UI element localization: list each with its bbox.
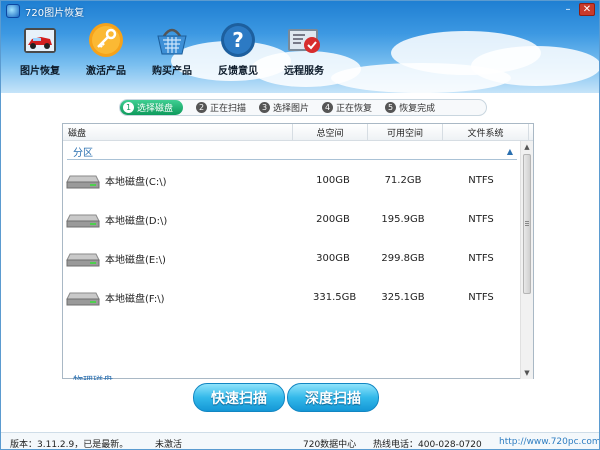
disk-name: 本地磁盘(D:\) <box>105 215 168 227</box>
step-number: 3 <box>259 102 271 113</box>
shopping-basket-icon <box>157 28 187 55</box>
tool-label: 反馈意见 <box>218 66 258 77</box>
physical-disk-group-header[interactable]: 物理磁盘 <box>73 372 113 380</box>
scroll-up-arrow-icon[interactable]: ▲ <box>521 141 533 153</box>
disk-row[interactable]: 本地磁盘(E:\) 300GB 299.8GB NTFS <box>63 246 518 270</box>
hard-drive-icon <box>66 214 100 228</box>
disk-free: 299.8GB <box>381 252 425 264</box>
scroll-down-arrow-icon[interactable]: ▼ <box>521 367 533 379</box>
step-label: 恢复完成 <box>399 104 436 114</box>
step-recovering: 4 正在恢复 <box>319 100 372 115</box>
tool-photo-recovery[interactable]: 图片恢复 <box>7 21 73 77</box>
disk-row[interactable]: 本地磁盘(F:\) 331.5GB 325.1GB NTFS <box>63 285 518 309</box>
column-header-filesystem[interactable]: 文件系统 <box>443 124 529 140</box>
hard-drive-icon <box>66 253 100 267</box>
disk-total: 331.5GB <box>313 291 357 303</box>
step-select-images: 3 选择图片 <box>256 100 309 115</box>
step-label: 选择磁盘 <box>137 104 174 114</box>
disk-filesystem: NTFS <box>468 291 494 303</box>
tool-label: 购买产品 <box>152 66 192 77</box>
status-bar: 版本：3.11.2.9，已是最新。 未激活 720数据中心 热线电话：400-0… <box>1 432 599 450</box>
app-logo-icon <box>6 4 20 18</box>
column-header-total[interactable]: 总空间 <box>293 124 368 140</box>
column-header-free[interactable]: 可用空间 <box>368 124 443 140</box>
tool-activate[interactable]: 激活产品 <box>73 21 139 77</box>
disk-total: 100GB <box>316 174 350 186</box>
hard-drive-icon <box>66 175 100 189</box>
activation-status: 未激活 <box>155 440 183 450</box>
disk-filesystem: NTFS <box>468 174 494 186</box>
tool-feedback[interactable]: ? 反馈意见 <box>205 21 271 77</box>
disk-filesystem: NTFS <box>468 252 494 264</box>
tool-label: 远程服务 <box>284 66 324 77</box>
step-progress-bar: 1 选择磁盘 2 正在扫描 3 选择图片 4 正在恢复 5 恢复完成 <box>119 99 487 116</box>
step-select-disk: 1 选择磁盘 <box>120 100 184 115</box>
hotline-text: 热线电话：400-028-0720 <box>373 440 482 450</box>
step-label: 正在恢复 <box>336 104 373 114</box>
disk-list-panel: 磁盘 总空间 可用空间 文件系统 分区 ▲ 本地磁盘(C:\) 100GB 71… <box>62 123 534 380</box>
partition-group-header[interactable]: 分区 ▲ <box>67 144 517 160</box>
tool-label: 激活产品 <box>86 66 126 77</box>
disk-total: 200GB <box>316 213 350 225</box>
step-scanning: 2 正在扫描 <box>193 100 246 115</box>
window-title: 720图片恢复 <box>25 7 85 19</box>
disk-free: 71.2GB <box>384 174 422 186</box>
tool-label: 图片恢复 <box>20 66 60 77</box>
table-header: 磁盘 总空间 可用空间 文件系统 <box>63 124 533 141</box>
deep-scan-button[interactable]: 深度扫描 <box>287 383 379 412</box>
vertical-scrollbar[interactable]: ▲ ▼ <box>520 141 533 379</box>
collapse-caret-icon[interactable]: ▲ <box>507 147 513 156</box>
disk-filesystem: NTFS <box>468 213 494 225</box>
step-complete: 5 恢复完成 <box>382 100 435 115</box>
version-text: 版本：3.11.2.9，已是最新。 <box>10 440 129 450</box>
step-label: 正在扫描 <box>210 104 247 114</box>
disk-name: 本地磁盘(E:\) <box>105 254 166 266</box>
disk-total: 300GB <box>316 252 350 264</box>
column-header-disk[interactable]: 磁盘 <box>63 124 293 140</box>
disk-free: 195.9GB <box>381 213 425 225</box>
disk-name: 本地磁盘(C:\) <box>105 176 167 188</box>
website-link[interactable]: http://www.720pc.com <box>499 437 599 447</box>
scroll-thumb[interactable] <box>523 154 531 294</box>
minimize-button[interactable]: – <box>561 3 575 16</box>
tool-remote[interactable]: 远程服务 <box>271 21 337 77</box>
disk-row[interactable]: 本地磁盘(C:\) 100GB 71.2GB NTFS <box>63 168 518 192</box>
svg-text:?: ? <box>232 28 244 52</box>
step-number: 2 <box>196 102 208 113</box>
quick-scan-button[interactable]: 快速扫描 <box>193 383 285 412</box>
disk-free: 325.1GB <box>381 291 425 303</box>
disk-name: 本地磁盘(F:\) <box>105 293 165 305</box>
app-window: 720图片恢复 – ✕ 图片恢复 激活产品 购买产品 ? 反馈意见 远程服务 1… <box>0 0 600 450</box>
data-center-label: 720数据中心 <box>303 440 357 450</box>
step-number: 5 <box>385 102 397 113</box>
tool-buy[interactable]: 购买产品 <box>139 21 205 77</box>
remote-service-icon <box>288 29 320 53</box>
key-icon <box>89 23 123 57</box>
car-photo-icon <box>24 28 56 53</box>
step-number: 4 <box>322 102 334 113</box>
hard-drive-icon <box>66 292 100 306</box>
close-button[interactable]: ✕ <box>579 3 595 16</box>
disk-row[interactable]: 本地磁盘(D:\) 200GB 195.9GB NTFS <box>63 207 518 231</box>
title-bar: 720图片恢复 – ✕ <box>1 1 599 21</box>
help-question-icon: ? <box>221 23 255 57</box>
main-toolbar: 图片恢复 激活产品 购买产品 ? 反馈意见 远程服务 <box>7 21 337 77</box>
step-label: 选择图片 <box>273 104 310 114</box>
group-label: 分区 <box>73 148 93 159</box>
step-number: 1 <box>123 102 134 113</box>
